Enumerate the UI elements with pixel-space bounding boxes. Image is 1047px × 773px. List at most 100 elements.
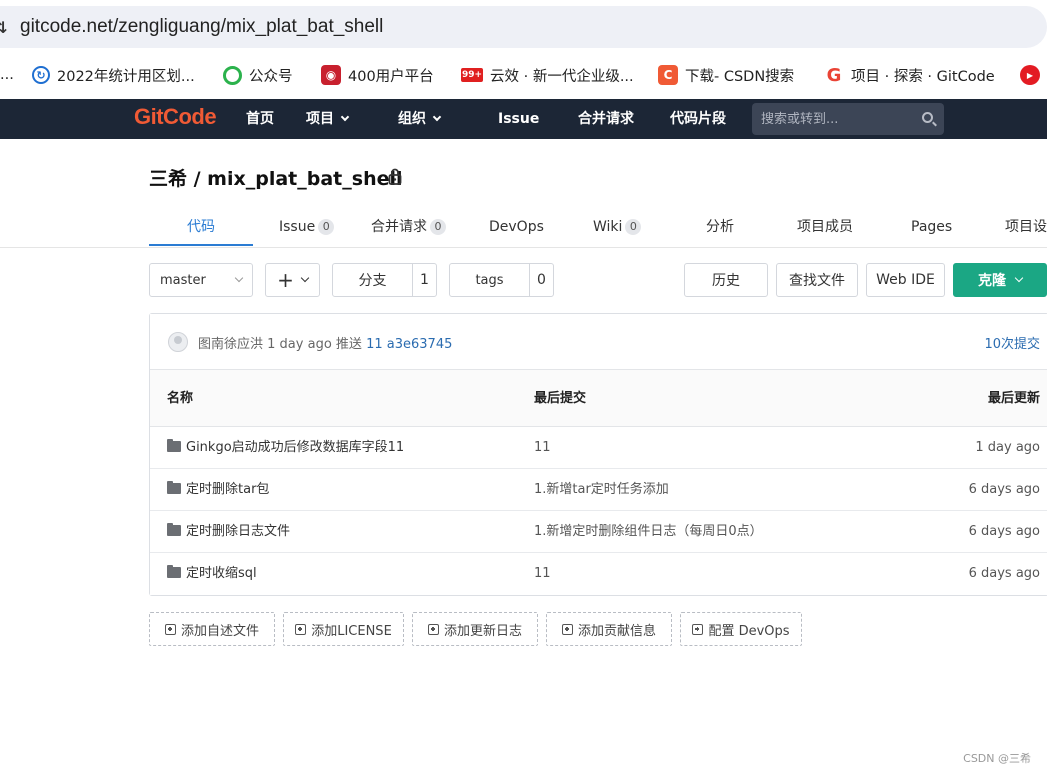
nav-projects-label: 项目 — [306, 111, 334, 127]
bookmark-label: 公众号 — [249, 68, 293, 85]
url-field[interactable]: ⇅ gitcode.net/zengliguang/mix_plat_bat_s… — [0, 6, 1047, 48]
table-row[interactable]: 定时收缩sql 11 6 days ago — [150, 553, 1047, 595]
history-button[interactable]: 历史 — [684, 263, 768, 297]
tab-members[interactable]: 项目成员 — [797, 208, 853, 246]
last-commit-info: 图南徐应洪 1 day ago 推送 11 a3e63745 — [198, 333, 452, 352]
chevron-down-icon — [234, 273, 244, 283]
nav-merge-requests-label: 合并请求 — [578, 111, 634, 127]
web-ide-button[interactable]: Web IDE — [866, 263, 945, 297]
find-file-button[interactable]: 查找文件 — [776, 263, 858, 297]
clone-button[interactable]: 克隆 — [953, 263, 1047, 297]
updated-cell: 1 day ago — [975, 440, 1040, 455]
tab-issue[interactable]: Issue 0 — [279, 208, 335, 246]
add-contributing-button[interactable]: 添加贡献信息 — [546, 612, 672, 646]
nav-merge-requests[interactable]: 合并请求 — [578, 99, 634, 139]
tab-label: Pages — [911, 219, 953, 235]
nav-home[interactable]: 首页 — [246, 99, 274, 139]
bookmark-csdn[interactable]: C 下载- CSDN搜索 — [658, 55, 794, 95]
button-label: 添加贡献信息 — [577, 623, 656, 639]
branches-button[interactable]: 分支 1 — [332, 263, 437, 297]
last-commit-bar: 图南徐应洪 1 day ago 推送 11 a3e63745 10次提交 — [150, 314, 1047, 370]
badge-99-icon: 99+ — [461, 68, 483, 82]
tab-wiki[interactable]: Wiki 0 — [593, 208, 642, 246]
nav-snippets-label: 代码片段 — [670, 111, 726, 127]
nav-issue-label: Issue — [498, 111, 540, 127]
wechat-logo-icon — [223, 65, 242, 85]
folder-name: 定时收缩sql — [186, 566, 257, 581]
branches-count: 1 — [420, 272, 429, 288]
commit-message-link[interactable]: 11 — [366, 337, 383, 352]
gitcode-logo[interactable]: GitCode — [134, 104, 217, 130]
add-dropdown-button[interactable]: + — [265, 263, 320, 297]
file-name-cell[interactable]: 定时删除日志文件 — [167, 511, 290, 553]
bookmark-youtube[interactable]: ▶ — [1020, 55, 1047, 95]
commit-message-cell[interactable]: 1.新增定时删除组件日志（每周日0点） — [534, 511, 763, 553]
button-label: 添加自述文件 — [180, 623, 259, 639]
commit-author[interactable]: 图南徐应洪 — [198, 337, 263, 352]
button-label: 添加LICENSE — [311, 623, 392, 639]
tab-label: DevOps — [489, 219, 544, 235]
bookmark-400-platform[interactable]: ◉ 400用户平台 — [321, 55, 434, 95]
nav-groups[interactable]: 组织 — [398, 99, 442, 139]
commit-count-link[interactable]: 10次提交 — [984, 333, 1040, 352]
repo-title: 三希 / mix_plat_bat_shell — [149, 168, 403, 190]
search-icon[interactable] — [922, 112, 933, 123]
commit-message-cell[interactable]: 1.新增tar定时任务添加 — [534, 469, 669, 511]
bookmarks-bar: ... ↻ 2022年统计用区划... 公众号 ◉ 400用户平台 99+ 云效… — [0, 55, 1047, 99]
bookmark-statistics[interactable]: ↻ 2022年统计用区划... — [32, 55, 195, 95]
add-license-button[interactable]: 添加LICENSE — [283, 612, 404, 646]
bookmark-yunxiao[interactable]: 99+ 云效 · 新一代企业级... — [461, 55, 634, 95]
bookmark-label: 400用户平台 — [348, 68, 434, 85]
nav-snippets[interactable]: 代码片段 — [670, 99, 726, 139]
search-input[interactable] — [752, 103, 912, 135]
button-label: 配置 DevOps — [708, 623, 790, 639]
tags-button[interactable]: tags 0 — [449, 263, 554, 297]
bookmark-wechat[interactable]: 公众号 — [223, 55, 293, 95]
bookmark-gitcode[interactable]: G 项目 · 探索 · GitCode — [824, 55, 995, 95]
branch-selector[interactable]: master — [149, 263, 253, 297]
table-row[interactable]: Ginkgo启动成功后修改数据库字段11 11 1 day ago — [150, 427, 1047, 469]
file-name-cell[interactable]: 定时删除tar包 — [167, 469, 269, 511]
nav-projects[interactable]: 项目 — [306, 99, 350, 139]
add-changelog-button[interactable]: 添加更新日志 — [412, 612, 538, 646]
chevron-down-icon — [1014, 273, 1024, 283]
plus-square-icon — [164, 623, 176, 635]
tab-analytics[interactable]: 分析 — [706, 208, 734, 246]
commit-time: 1 day ago — [267, 337, 332, 352]
url-text[interactable]: gitcode.net/zengliguang/mix_plat_bat_she… — [20, 16, 383, 38]
commit-message-cell[interactable]: 11 — [534, 553, 551, 595]
count-badge: 0 — [318, 219, 335, 235]
add-readme-button[interactable]: 添加自述文件 — [149, 612, 275, 646]
tab-label: 项目成员 — [797, 219, 853, 235]
configure-devops-button[interactable]: 配置 DevOps — [680, 612, 802, 646]
folder-name: 定时删除tar包 — [186, 482, 270, 497]
bookmark-label: 2022年统计用区划... — [57, 68, 195, 85]
nav-issue[interactable]: Issue — [498, 99, 539, 139]
avatar[interactable] — [168, 332, 188, 352]
table-row[interactable]: 定时删除tar包 1.新增tar定时任务添加 6 days ago — [150, 469, 1047, 511]
tab-label: 合并请求 — [371, 219, 427, 235]
file-name-cell[interactable]: Ginkgo启动成功后修改数据库字段11 — [167, 427, 404, 469]
nav-groups-label: 组织 — [398, 111, 426, 127]
tab-label: Issue — [279, 219, 316, 235]
tab-code[interactable]: 代码 — [187, 208, 215, 246]
commit-message-cell[interactable]: 11 — [534, 427, 551, 469]
branches-label: 分支 — [333, 264, 413, 296]
tab-merge-requests[interactable]: 合并请求 0 — [371, 208, 446, 246]
site-info-icon[interactable]: ⇅ — [0, 18, 7, 37]
lock-icon — [388, 168, 402, 185]
commit-sha-link[interactable]: a3e63745 — [387, 337, 453, 352]
tab-devops[interactable]: DevOps — [489, 208, 544, 246]
table-row[interactable]: 定时删除日志文件 1.新增定时删除组件日志（每周日0点） 6 days ago — [150, 511, 1047, 553]
repo-tabs: 代码 Issue 0 合并请求 0 DevOps Wiki 0 分析 项目成员 Pag… — [0, 208, 1047, 248]
folder-icon — [167, 523, 181, 536]
header-name: 名称 — [167, 391, 194, 406]
bookmark-overflow[interactable]: ... — [0, 55, 14, 95]
plus-icon: + — [277, 268, 294, 292]
tab-pages[interactable]: Pages — [911, 208, 952, 246]
file-name-cell[interactable]: 定时收缩sql — [167, 553, 257, 595]
active-tab-indicator — [149, 244, 253, 246]
chevron-down-icon — [340, 112, 350, 122]
tab-settings[interactable]: 项目设 — [1005, 208, 1047, 246]
chevron-down-icon — [300, 273, 310, 283]
